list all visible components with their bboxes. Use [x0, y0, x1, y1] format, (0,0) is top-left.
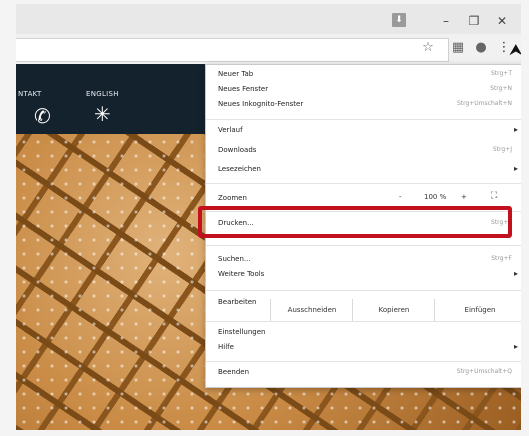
- zoom-level: 100 %: [424, 193, 447, 201]
- chevron-right-icon: ▸: [513, 342, 518, 351]
- menu-divider: [206, 321, 524, 322]
- cut-button[interactable]: Ausschneiden: [270, 299, 353, 321]
- menu-item-find[interactable]: Suchen... Strg+F: [206, 254, 524, 269]
- menu-item-downloads[interactable]: Downloads Strg+J: [206, 145, 524, 160]
- extension-icon[interactable]: ⬇: [392, 13, 406, 27]
- phone-icon[interactable]: ✆: [34, 104, 51, 128]
- restore-button[interactable]: ❐: [464, 12, 484, 30]
- fullscreen-icon[interactable]: ⛶: [491, 191, 497, 201]
- star-icon[interactable]: ☆: [420, 39, 436, 57]
- menu-divider: [206, 119, 524, 120]
- menu-item-new-window[interactable]: Neues Fenster Strg+N: [206, 84, 524, 99]
- menu-divider: [206, 290, 524, 291]
- frame-border-right: [521, 0, 529, 436]
- profile-icon[interactable]: ●: [473, 39, 489, 57]
- print-highlight-box: [198, 206, 512, 238]
- address-bar[interactable]: [16, 38, 449, 62]
- nav-contact-label[interactable]: NTAKT: [18, 90, 42, 98]
- menu-item-new-tab[interactable]: Neuer Tab Strg+T: [206, 69, 524, 84]
- menu-item-help[interactable]: Hilfe ▸: [206, 342, 524, 357]
- minimize-button[interactable]: –: [436, 12, 456, 30]
- chevron-right-icon: ▸: [513, 269, 518, 278]
- menu-item-bookmarks[interactable]: Lesezeichen ▸: [206, 164, 524, 179]
- paste-button[interactable]: Einfügen: [434, 299, 525, 321]
- frame-border-bottom: [0, 430, 529, 436]
- menu-item-settings[interactable]: Einstellungen: [206, 327, 524, 342]
- menu-divider: [206, 361, 524, 362]
- menu-item-more-tools[interactable]: Weitere Tools ▸: [206, 269, 524, 284]
- chevron-right-icon: ▸: [513, 125, 518, 134]
- menu-divider: [206, 245, 524, 246]
- menu-item-exit[interactable]: Beenden Strg+Umschalt+Q: [206, 367, 524, 382]
- title-bar: ⬇ – ❐ ✕: [16, 4, 521, 34]
- chevron-right-icon: ▸: [513, 164, 518, 173]
- union-jack-icon[interactable]: ✳: [94, 102, 111, 126]
- extension-puzzle-icon[interactable]: ▦: [450, 39, 466, 57]
- zoom-in-button[interactable]: +: [461, 193, 467, 201]
- browser-window: ⬇ – ❐ ✕ ☆ ▦ ● ⋮ ⮝ NTAKT ✆ ENGLISH ✳ Neue…: [0, 0, 529, 436]
- close-button[interactable]: ✕: [492, 12, 512, 30]
- copy-button[interactable]: Kopieren: [352, 299, 435, 321]
- browser-toolbar: [16, 34, 521, 65]
- nav-english-label[interactable]: ENGLISH: [86, 90, 119, 98]
- zoom-out-button[interactable]: -: [399, 193, 402, 201]
- menu-item-history[interactable]: Verlauf ▸: [206, 125, 524, 140]
- menu-item-incognito[interactable]: Neues Inkognito-Fenster Strg+Umschalt+N: [206, 99, 524, 114]
- menu-divider: [206, 183, 524, 184]
